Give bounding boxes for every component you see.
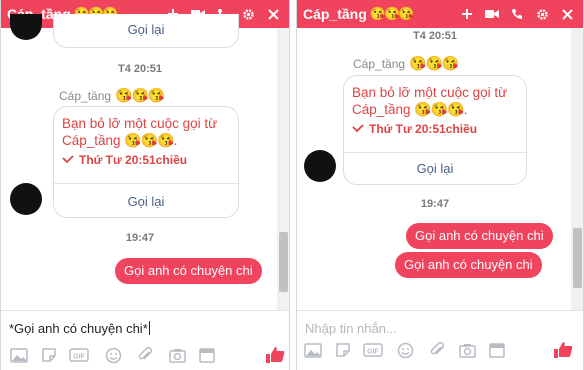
- emoji-icon[interactable]: [395, 340, 415, 360]
- composer-text: *Gọi anh có chuyện chi*: [9, 321, 148, 336]
- add-people-icon[interactable]: [457, 4, 477, 24]
- scrollbar-thumb[interactable]: [279, 232, 288, 292]
- like-icon[interactable]: [553, 340, 573, 360]
- phone-call-icon[interactable]: [507, 4, 527, 24]
- chat-title[interactable]: Cáp_tầng: [303, 6, 367, 22]
- call-time: Thứ Tư 20:51chiều: [344, 118, 526, 136]
- close-icon[interactable]: [263, 4, 283, 24]
- attach-icon[interactable]: [427, 340, 447, 360]
- card-divider: [344, 152, 526, 153]
- missed-call-text: Bạn bỏ lỡ một cuộc gọi từ Cáp_tầng 😘😘😘.: [344, 76, 526, 118]
- attach-icon[interactable]: [135, 345, 155, 365]
- call-time-label: Thứ Tư 20:51chiều: [369, 122, 478, 136]
- time-label: 19:47: [125, 232, 155, 244]
- photo-icon[interactable]: [9, 345, 29, 365]
- timestamp: T4 20:51: [117, 63, 163, 75]
- camera-icon[interactable]: [457, 340, 477, 360]
- sticker-icon[interactable]: [39, 345, 59, 365]
- missed-call-card: Bạn bỏ lỡ một cuộc gọi từ Cáp_tầng 😘😘😘. …: [53, 106, 239, 218]
- composer-placeholder: Nhập tin nhắn...: [305, 321, 397, 336]
- camera-icon[interactable]: [167, 345, 187, 365]
- call-back-button[interactable]: Gọi lại: [54, 22, 238, 37]
- missed-call-icon: [62, 155, 74, 164]
- sender-name-text: Cáp_tầng: [59, 89, 112, 103]
- missed-call-text: Bạn bỏ lỡ một cuộc gọi từ Cáp_tầng 😘😘😘.: [54, 107, 238, 149]
- sender-name-text: Cáp_tầng: [353, 57, 406, 71]
- missed-call-emoji: 😘😘😘.: [414, 101, 467, 117]
- outgoing-message[interactable]: Gọi anh có chuyện chi: [406, 223, 553, 249]
- emoji-icon[interactable]: [103, 345, 123, 365]
- text-cursor: [148, 321, 150, 335]
- close-icon[interactable]: [557, 4, 577, 24]
- call-time-label: Thứ Tư 20:51chiều: [79, 153, 188, 167]
- chat-header: Cáp_tầng 😘😘😘: [297, 0, 583, 28]
- call-back-button[interactable]: Gọi lại: [344, 161, 526, 176]
- settings-icon[interactable]: [532, 4, 552, 24]
- call-card-previous: Gọi lại: [53, 14, 239, 48]
- missed-call-icon: [352, 124, 364, 133]
- contact-avatar[interactable]: [10, 14, 42, 40]
- photo-icon[interactable]: [303, 340, 323, 360]
- message-composer[interactable]: *Gọi anh có chuyện chi*: [1, 310, 289, 340]
- sender-name: Cáp_tầng 😘😘😘: [353, 55, 459, 72]
- timestamp: T4 20:51: [412, 30, 458, 42]
- sender-name: Cáp_tầng 😘😘😘: [59, 87, 165, 104]
- outgoing-message[interactable]: Gọi anh có chuyện chi: [395, 252, 542, 278]
- sender-emoji: 😘😘😘: [115, 87, 165, 103]
- outgoing-message[interactable]: Gọi anh có chuyện chi: [115, 258, 262, 284]
- settings-icon[interactable]: [238, 4, 258, 24]
- time-label: 19:47: [420, 198, 450, 210]
- calendar-icon[interactable]: [487, 340, 507, 360]
- message-composer[interactable]: Nhập tin nhắn...: [297, 310, 583, 340]
- missed-call-emoji: 😘😘😘.: [124, 132, 177, 148]
- chat-window-right: Cáp_tầng 😘😘😘 T4 20:51 Cáp_tầng 😘😘😘 Bạn bỏ…: [296, 0, 584, 370]
- contact-avatar[interactable]: [10, 183, 42, 215]
- gif-icon[interactable]: GIF: [363, 340, 383, 360]
- composer-toolbar: GIF: [1, 345, 289, 369]
- call-time: Thứ Tư 20:51chiều: [54, 149, 238, 167]
- scrollbar-thumb[interactable]: [573, 228, 582, 288]
- sender-emoji: 😘😘😘: [409, 55, 459, 71]
- calendar-icon[interactable]: [197, 345, 217, 365]
- gif-icon[interactable]: GIF: [69, 345, 89, 365]
- message-input[interactable]: Nhập tin nhắn...: [305, 321, 397, 336]
- chat-window-left: Cáp_tầng 😘😘😘 Gọi lại T4 20:51 Cáp_tầng😘😘…: [0, 0, 290, 370]
- card-divider: [54, 183, 238, 184]
- like-icon[interactable]: [265, 345, 285, 365]
- title-emoji: 😘😘😘: [369, 6, 415, 21]
- sticker-icon[interactable]: [333, 340, 353, 360]
- call-back-button[interactable]: Gọi lại: [54, 194, 238, 209]
- svg-text:GIF: GIF: [73, 354, 85, 361]
- contact-avatar[interactable]: [304, 150, 336, 182]
- composer-toolbar: GIF: [297, 340, 583, 364]
- video-call-icon[interactable]: [482, 4, 502, 24]
- message-input[interactable]: *Gọi anh có chuyện chi*: [9, 321, 150, 336]
- svg-text:GIF: GIF: [367, 349, 379, 356]
- missed-call-card: Bạn bỏ lỡ một cuộc gọi từ Cáp_tầng 😘😘😘. …: [343, 75, 527, 185]
